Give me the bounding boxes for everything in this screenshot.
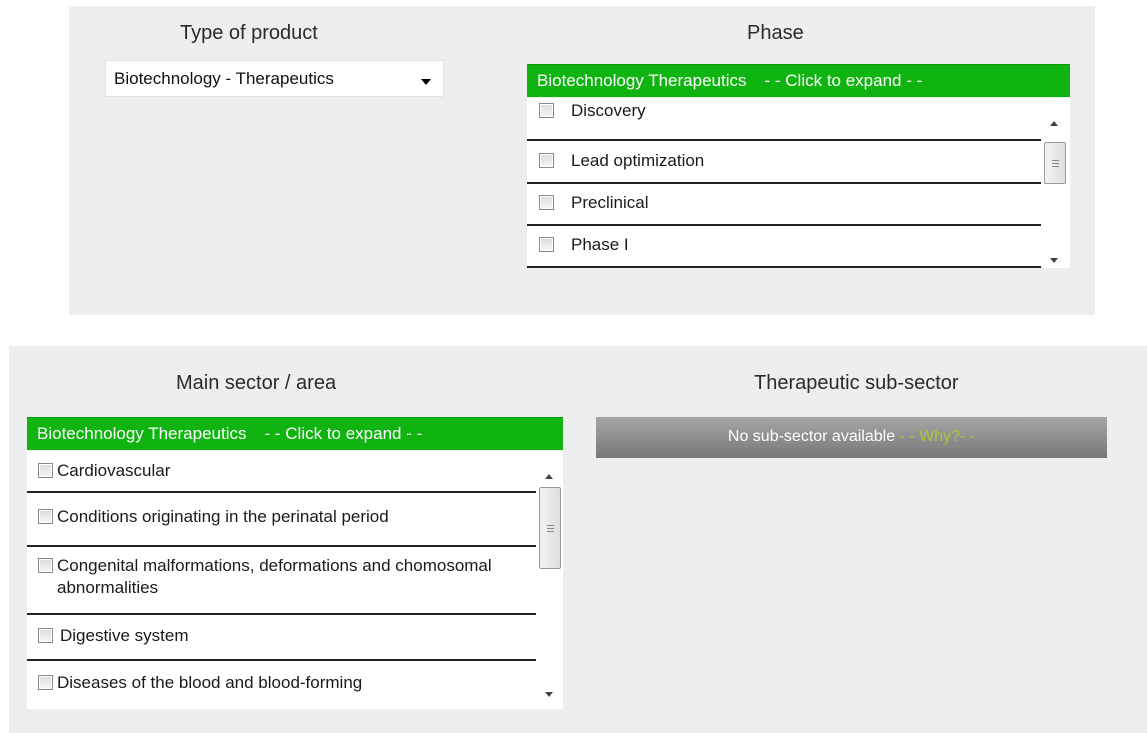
phase-item-label: Lead optimization [571, 151, 705, 170]
list-item[interactable]: Cardiovascular [27, 451, 536, 493]
sector-list-scrollbar[interactable] [536, 451, 562, 709]
list-item[interactable]: Preclinical [527, 184, 1041, 226]
sector-panel: Main sector / area Biotechnology Therape… [9, 346, 1147, 733]
chevron-down-icon [421, 79, 431, 85]
product-type-selected-value: Biotechnology - Therapeutics [114, 69, 334, 88]
main-sector-title: Main sector / area [176, 372, 337, 394]
phase-expand-header[interactable]: Biotechnology Therapeutics - - Click to e… [527, 64, 1070, 97]
sector-header-label: Biotechnology Therapeutics [37, 424, 247, 443]
list-item[interactable]: Diseases of the blood and blood-forming [27, 661, 536, 709]
sector-expand-header[interactable]: Biotechnology Therapeutics - - Click to e… [27, 417, 563, 450]
sector-item-label: Cardiovascular [57, 461, 171, 480]
phase-item-label: Discovery [571, 101, 646, 120]
checkbox-blood-diseases[interactable] [38, 675, 53, 690]
list-item[interactable]: Phase I [527, 226, 1041, 268]
scroll-down-arrow-icon[interactable] [1050, 258, 1058, 263]
product-phase-panel: Type of product Biotechnology - Therapeu… [69, 6, 1095, 315]
list-item[interactable]: Discovery [527, 98, 1041, 141]
therapeutic-subsector-title: Therapeutic sub-sector [754, 372, 959, 394]
phase-item-label: Preclinical [571, 193, 649, 212]
product-type-dropdown[interactable]: Biotechnology - Therapeutics [105, 60, 444, 97]
sector-item-label: Diseases of the blood and blood-forming [57, 673, 363, 692]
scrollbar-thumb[interactable] [1044, 142, 1066, 184]
phase-item-label: Phase I [571, 235, 629, 254]
list-item[interactable]: Congenital malformations, deformations a… [27, 547, 536, 615]
why-link[interactable]: - - Why?- - [900, 428, 976, 445]
list-item[interactable]: Lead optimization [527, 141, 1041, 184]
checkbox-digestive-system[interactable] [38, 628, 53, 643]
scrollbar-thumb[interactable] [539, 487, 561, 569]
checkbox-cardiovascular[interactable] [38, 463, 53, 478]
phase-list-scrollbar[interactable] [1041, 98, 1067, 268]
scroll-down-arrow-icon[interactable] [545, 692, 553, 697]
list-item[interactable]: Digestive system [27, 615, 536, 661]
phase-header-label: Biotechnology Therapeutics [537, 71, 747, 90]
phase-title: Phase [747, 22, 804, 44]
phase-expand-link: - - Click to expand - - [764, 71, 923, 90]
scroll-up-arrow-icon[interactable] [545, 474, 553, 479]
list-item[interactable]: Conditions originating in the perinatal … [27, 493, 536, 547]
sector-item-label: Digestive system [60, 626, 189, 645]
sector-item-label: Congenital malformations, deformations a… [57, 556, 492, 597]
scroll-up-arrow-icon[interactable] [1050, 121, 1058, 126]
subsector-status-text: No sub-sector available [727, 428, 896, 445]
subsector-status-bar: No sub-sector available - - Why?- - [596, 417, 1107, 458]
checkbox-discovery[interactable] [539, 103, 554, 118]
checkbox-preclinical[interactable] [539, 195, 554, 210]
checkbox-phase-i[interactable] [539, 237, 554, 252]
sector-expand-link: - - Click to expand - - [264, 424, 423, 443]
phase-checkbox-list: Discovery Lead optimization Preclinical … [527, 98, 1070, 268]
checkbox-perinatal-conditions[interactable] [38, 509, 53, 524]
type-of-product-title: Type of product [180, 22, 318, 44]
checkbox-lead-optimization[interactable] [539, 153, 554, 168]
sector-checkbox-list: Cardiovascular Conditions originating in… [27, 451, 563, 709]
sector-item-label: Conditions originating in the perinatal … [57, 507, 389, 526]
checkbox-congenital-malformations[interactable] [38, 558, 53, 573]
